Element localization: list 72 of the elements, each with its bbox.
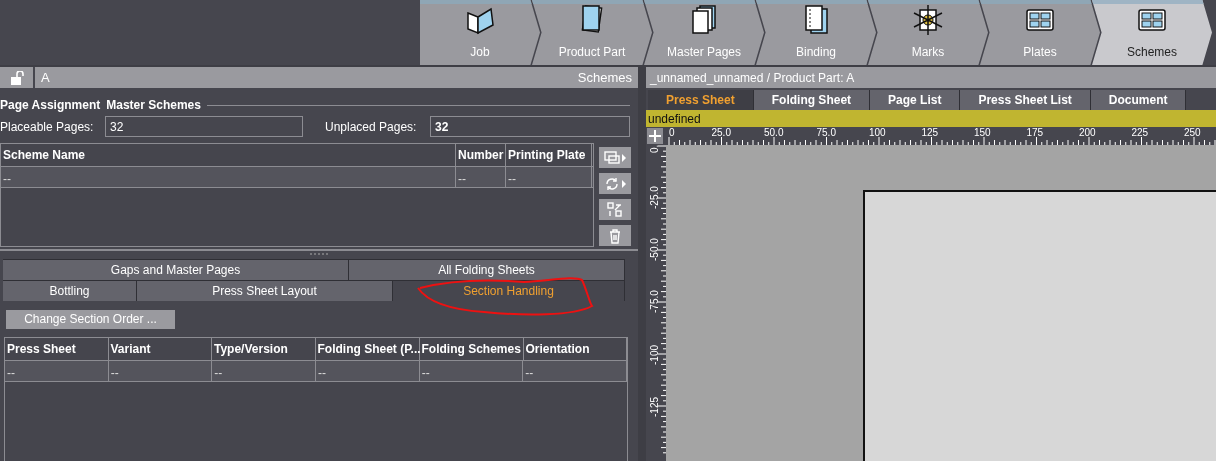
ruler-label: -25.0 [649,186,660,209]
trash-icon [607,227,623,244]
table-cell: -- [419,361,524,381]
dropdown-arrow-icon [622,153,626,162]
grid-arrange-icon [607,201,623,218]
unlocked-padlock-icon [9,70,24,85]
ruler-label: 200 [1079,127,1096,138]
number-field[interactable]: 32 [430,116,630,137]
ruler-label: 175 [1026,127,1044,138]
table-cell: -- [523,361,628,381]
column-header[interactable]: Scheme Name [1,144,456,166]
crop-marks-icon [911,3,945,37]
ruler-label: -125 [649,397,660,417]
refresh-icon [604,175,620,192]
grip-icon [309,252,329,256]
tab[interactable]: Section Handling [393,280,625,301]
column-header[interactable]: Press Sheet [5,338,109,360]
toolbar-button[interactable] [599,199,631,220]
table-cell: -- [316,361,420,381]
ruler-origin-icon[interactable] [646,127,666,145]
field-label: Unplaced Pages: [325,118,418,136]
column-header[interactable]: Variant [108,338,212,360]
column-header[interactable]: Printing Plate [506,144,592,166]
toolbar-button[interactable] [599,225,631,246]
table-cell: -- [506,167,592,187]
field-label: Placeable Pages: [0,118,95,136]
number-field[interactable]: 32 [105,116,303,137]
column-header[interactable]: Folding Sheet (P... [315,338,420,360]
ruler-label: 50.0 [764,127,784,138]
section-heading: Page Assignment [0,97,101,114]
table-cell: -- [5,361,109,381]
panel-context: Schemes [577,68,632,87]
column-header[interactable]: Folding Schemes [419,338,524,360]
section-heading: Master Schemes [106,97,201,114]
tab[interactable]: Bottling [3,280,137,301]
tab[interactable]: Press Sheet Layout [137,280,393,301]
table-cell: -- [1,167,456,187]
document-title: _unnamed_unnamed / Product Part: A [646,67,1216,88]
toolbar-button[interactable] [599,173,631,194]
tab[interactable]: Folding Sheet [753,90,871,110]
tab[interactable]: Gaps and Master Pages [3,259,349,280]
ruler-label: 25.0 [711,127,731,138]
ruler-label: -75.0 [649,290,660,313]
table-cell: -- [456,167,506,187]
ruler-label: 225 [1131,127,1149,138]
toolbar-button[interactable] [599,147,631,168]
monitor-icon [604,149,620,166]
splitter[interactable] [0,249,638,257]
lock-button[interactable] [0,67,33,88]
tab[interactable]: Press Sheet List [960,90,1091,110]
ruler-label: 250 [1184,127,1201,138]
ruler-label: 75.0 [816,127,836,138]
tab[interactable]: All Folding Sheets [349,259,625,280]
ruler-label: 100 [869,127,886,138]
ruler-label: 0 [669,127,675,138]
workflow-step[interactable]: Schemes [1092,0,1212,65]
ruler-label: -50.0 [649,238,660,261]
tab[interactable]: Press Sheet [648,90,754,110]
ruler-label: 0. [649,145,660,153]
tab[interactable]: Document [1090,90,1187,110]
ruler-label: -100 [649,345,660,365]
table-cell: -- [212,361,316,381]
tab[interactable]: Page List [870,90,961,110]
panel-title: A [41,68,50,87]
column-header[interactable]: Orientation [523,338,627,360]
ruler-label: 150 [974,127,991,138]
status-bar: undefined [646,110,1216,127]
column-header[interactable]: Type/Version [212,338,316,360]
dropdown-arrow-icon [622,179,626,188]
column-header[interactable]: Number [456,144,506,166]
ruler-label: 125 [921,127,939,138]
table-cell: -- [108,361,213,381]
